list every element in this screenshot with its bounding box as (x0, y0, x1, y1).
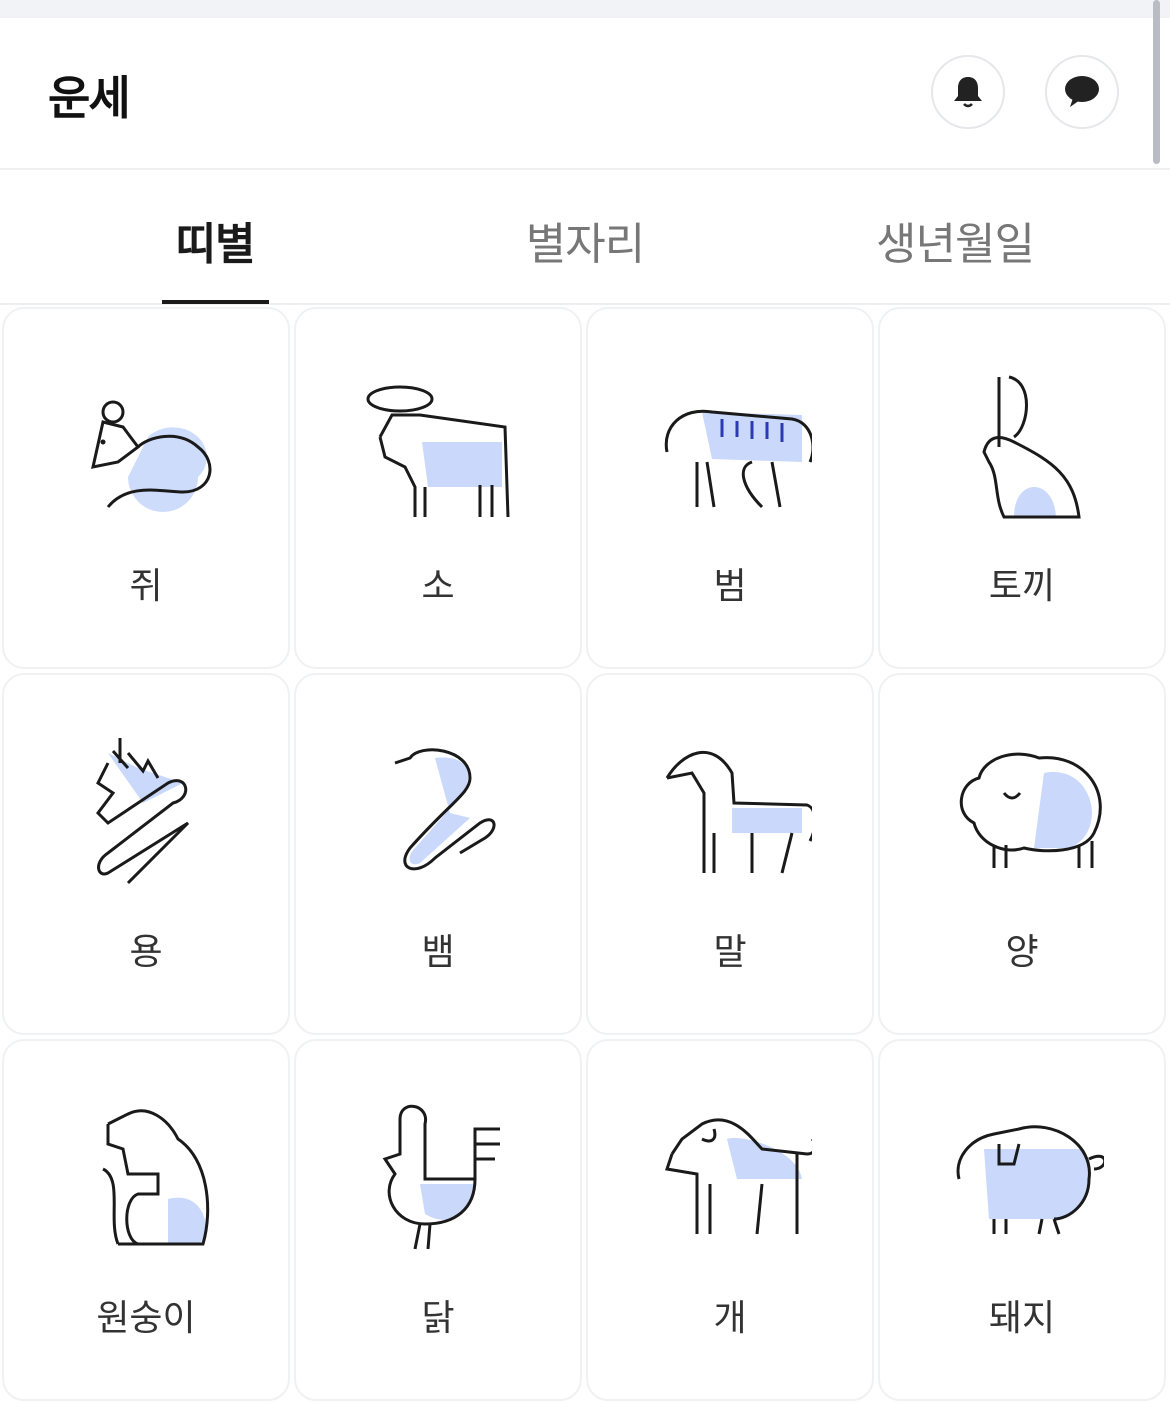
zodiac-label: 원숭이 (96, 1298, 196, 1339)
tab-bar: 띠별 별자리 생년월일 (0, 170, 1170, 305)
monkey-icon (102, 1109, 210, 1246)
bell-icon (954, 77, 982, 108)
zodiac-label: 개 (713, 1298, 747, 1339)
scrollbar[interactable] (1153, 0, 1160, 164)
zodiac-label: 용 (129, 932, 163, 973)
zodiac-card-dragon[interactable]: 용 (2, 673, 290, 1035)
messages-button[interactable] (1045, 55, 1119, 129)
tab-birthdate[interactable]: 생년월일 (760, 208, 1150, 272)
zodiac-label: 소 (421, 566, 455, 607)
zodiac-label: 쥐 (129, 566, 163, 607)
zodiac-card-snake[interactable]: 뱀 (294, 673, 582, 1035)
dog-icon (665, 1118, 812, 1235)
zodiac-card-monkey[interactable]: 원숭이 (2, 1039, 290, 1401)
zodiac-label: 뱀 (421, 932, 455, 973)
ox-icon (366, 385, 510, 518)
zodiac-card-sheep[interactable]: 양 (878, 673, 1166, 1035)
active-tab-indicator (162, 300, 269, 304)
chat-bubble-icon (1065, 76, 1099, 107)
page-title: 운세 (48, 71, 131, 125)
dragon-icon (96, 738, 190, 885)
status-strip (0, 0, 1170, 18)
sheep-icon (959, 752, 1102, 868)
zodiac-card-dog[interactable]: 개 (586, 1039, 874, 1401)
app-header: 운세 (0, 18, 1170, 170)
zodiac-card-rabbit[interactable]: 토끼 (878, 307, 1166, 669)
rabbit-icon (982, 375, 1081, 519)
zodiac-label: 토끼 (988, 566, 1056, 607)
zodiac-label: 양 (1005, 932, 1039, 973)
zodiac-card-ox[interactable]: 소 (294, 307, 582, 669)
zodiac-label: 말 (713, 932, 747, 973)
zodiac-card-rooster[interactable]: 닭 (294, 1039, 582, 1401)
zodiac-card-pig[interactable]: 돼지 (878, 1039, 1166, 1401)
zodiac-label: 범 (713, 566, 747, 607)
zodiac-label: 돼지 (988, 1298, 1056, 1339)
notifications-button[interactable] (931, 55, 1005, 129)
rat-icon (91, 400, 212, 512)
tab-zodiac-animal[interactable]: 띠별 (20, 208, 410, 272)
zodiac-label: 닭 (421, 1298, 455, 1339)
zodiac-card-horse[interactable]: 말 (586, 673, 874, 1035)
zodiac-card-rat[interactable]: 쥐 (2, 307, 290, 669)
snake-icon (394, 748, 496, 871)
tiger-icon (664, 409, 812, 509)
pig-icon (956, 1125, 1104, 1235)
tab-constellation[interactable]: 별자리 (390, 208, 780, 272)
rooster-icon (382, 1104, 500, 1250)
zodiac-card-tiger[interactable]: 범 (586, 307, 874, 669)
horse-icon (665, 751, 812, 874)
